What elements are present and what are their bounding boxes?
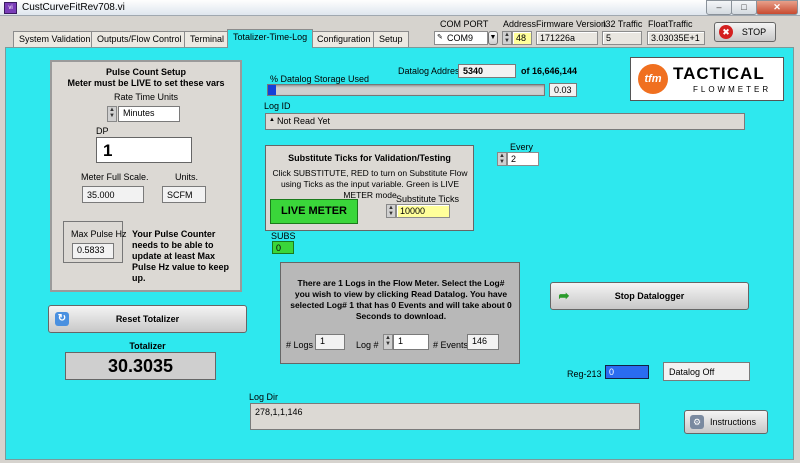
com-port-value: COM9: [447, 33, 474, 43]
every-label: Every: [510, 142, 534, 152]
events-label: # Events: [433, 340, 469, 350]
com-port-select[interactable]: ✎ COM9: [434, 31, 488, 45]
substitute-ticks-label: Substitute Ticks: [396, 194, 460, 204]
units-label: Units.: [175, 172, 199, 182]
rate-time-units-select[interactable]: Minutes: [118, 106, 180, 122]
log-num-input[interactable]: 1: [393, 334, 429, 350]
datalog-capacity-label: of 16,646,144: [521, 66, 578, 76]
num-logs-label: # Logs: [286, 340, 314, 350]
logs-info-message: There are 1 Logs in the Flow Meter. Sele…: [290, 278, 512, 321]
dp-input[interactable]: 1: [96, 137, 192, 163]
maximize-icon: □: [741, 2, 747, 12]
log-num-spinner[interactable]: ▲ ▼: [383, 334, 393, 350]
pulse-counter-note: Your Pulse Counter needs to be able to u…: [132, 229, 230, 283]
logo-sub: FLOWMETER: [693, 85, 772, 94]
num-logs-value: 1: [315, 334, 345, 350]
totalizer-label: Totalizer: [129, 341, 166, 351]
datalog-address-label: Datalog Address: [398, 66, 465, 76]
tab-terminal[interactable]: Terminal: [184, 31, 231, 47]
substitute-ticks-spinner[interactable]: ▲ ▼: [386, 204, 396, 218]
instructions-icon: ⚙: [690, 415, 704, 429]
reset-totalizer-button[interactable]: ↻ Reset Totalizer: [48, 305, 247, 333]
dp-label: DP: [96, 126, 109, 136]
events-value: 146: [467, 334, 499, 350]
storage-used-fill: [268, 85, 277, 95]
meter-full-scale-label: Meter Full Scale.: [81, 172, 149, 182]
datalog-status: Datalog Off: [663, 362, 750, 381]
title-bar: vi CustCurveFitRev708.vi – □ ✕: [0, 0, 800, 16]
stop-button[interactable]: ✖ STOP: [714, 22, 776, 42]
minimize-icon: –: [716, 2, 722, 12]
log-id-label: Log ID: [264, 101, 291, 111]
log-dir-value: 278,1,1,146: [250, 403, 640, 430]
tab-system-validation[interactable]: System Validation: [13, 31, 97, 47]
close-icon: ✕: [773, 2, 781, 12]
com-port-label: COM PORT: [440, 19, 489, 29]
i32-traffic-label: I32 Traffic: [603, 19, 643, 29]
address-spinner[interactable]: ▲ ▼: [502, 31, 512, 45]
totalizer-value: 30.3035: [65, 352, 216, 380]
rate-time-units-spinner[interactable]: ▲ ▼: [107, 106, 117, 122]
connection-icon: ✎: [437, 34, 443, 41]
max-pulse-value: 0.5833: [72, 243, 114, 259]
stop-datalogger-label: Stop Datalogger: [614, 291, 685, 301]
com-port-dropdown[interactable]: ▼: [488, 31, 498, 45]
reg213-label: Reg-213: [567, 369, 602, 379]
refresh-icon: ↻: [55, 312, 69, 326]
chevron-down-icon: ▼: [489, 34, 497, 41]
tab-totalizer-time-log[interactable]: Totalizer-Time-Log: [227, 29, 314, 48]
storage-used-label: % Datalog Storage Used: [270, 74, 370, 84]
instructions-button[interactable]: ⚙ Instructions: [684, 410, 768, 434]
arrow-icon: ➦: [558, 288, 570, 303]
address-input[interactable]: 48: [512, 31, 532, 45]
firmware-value: 171226a: [536, 31, 598, 45]
reg213-value: 0: [605, 365, 649, 379]
subs-label: SUBS: [271, 231, 296, 241]
tab-setup[interactable]: Setup: [373, 31, 409, 47]
maximize-button[interactable]: □: [731, 0, 757, 15]
reset-totalizer-label: Reset Totalizer: [115, 314, 180, 324]
datalog-address-value: 5340: [458, 64, 516, 78]
rate-time-units-label: Rate Time Units: [113, 92, 179, 102]
log-id-spin-icon: ▲: [269, 117, 275, 123]
storage-used-bar: [267, 84, 545, 96]
logo-mark: tfm: [638, 64, 668, 94]
instructions-label: Instructions: [709, 417, 757, 427]
subs-value: 0: [272, 241, 294, 254]
window-title: CustCurveFitRev708.vi: [22, 2, 125, 13]
storage-used-value: 0.03: [549, 83, 577, 97]
stop-datalogger-button[interactable]: ➦ Stop Datalogger: [550, 282, 749, 310]
tab-outputs-flow-control[interactable]: Outputs/Flow Control: [91, 31, 188, 47]
every-input[interactable]: 2: [507, 152, 539, 166]
log-num-label: Log #: [356, 340, 379, 350]
i32-traffic-value: 5: [602, 31, 642, 45]
address-label: Address: [503, 19, 537, 29]
float-traffic-value: 3.03035E+1: [647, 31, 705, 45]
close-window-button[interactable]: ✕: [756, 0, 798, 15]
pulse-title: Pulse Count Setup: [105, 67, 186, 77]
float-traffic-label: FloatTraffic: [648, 19, 693, 29]
every-spinner[interactable]: ▲ ▼: [497, 152, 507, 166]
minimize-button[interactable]: –: [706, 0, 732, 15]
company-logo: tfm TACTICAL FLOWMETER: [630, 57, 784, 101]
live-meter-button[interactable]: LIVE METER: [270, 199, 358, 224]
units-value: SCFM: [162, 186, 206, 203]
stop-button-label: STOP: [741, 27, 767, 37]
logo-name: TACTICAL: [673, 64, 765, 83]
max-pulse-label: Max Pulse Hz: [71, 229, 127, 239]
meter-full-scale-value: 35.000: [82, 186, 144, 203]
stop-icon: ✖: [719, 25, 733, 39]
log-dir-label: Log Dir: [249, 392, 279, 402]
substitute-ticks-title: Substitute Ticks for Validation/Testing: [288, 153, 451, 163]
substitute-ticks-input[interactable]: 10000: [396, 204, 450, 218]
firmware-label: Firmware Version: [536, 19, 607, 29]
tab-configuration[interactable]: Configuration: [311, 31, 377, 47]
app-icon: vi: [4, 2, 17, 14]
log-id-select[interactable]: ▲ Not Read Yet: [265, 113, 745, 130]
pulse-subtitle: Meter must be LIVE to set these vars: [67, 78, 225, 88]
log-id-value: Not Read Yet: [277, 116, 331, 126]
